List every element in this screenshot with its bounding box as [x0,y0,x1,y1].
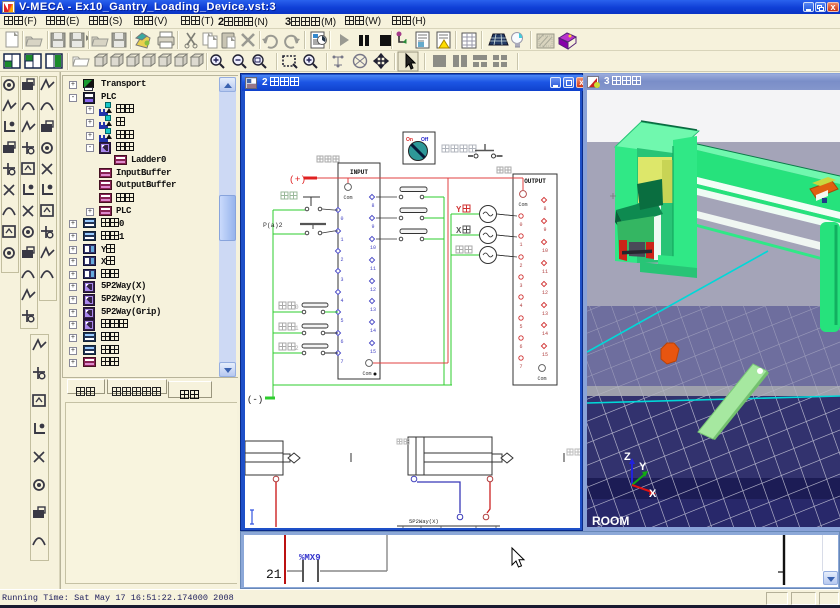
svg-text:Y: Y [456,205,462,214]
svg-text:1: 1 [295,325,299,332]
svg-text:4: 4 [340,298,343,304]
svg-text:INPUT: INPUT [350,169,368,176]
svg-text:15: 15 [370,349,376,355]
svg-text:Com: Com [537,376,546,382]
svg-text:1: 1 [340,237,343,243]
svg-text:11: 11 [370,266,376,272]
svg-text:(-): (-) [247,395,263,405]
svg-text:OUTPUT: OUTPUT [524,178,546,185]
svg-text:1: 1 [519,242,522,248]
svg-text:21: 21 [266,567,282,582]
svg-text:11: 11 [542,269,548,275]
svg-text:X: X [649,488,657,500]
svg-text:2: 2 [519,263,522,269]
svg-text:6: 6 [340,339,343,345]
svg-text:15: 15 [542,352,548,358]
svg-text:7: 7 [519,364,522,370]
svg-text:13: 13 [370,307,376,313]
svg-text:8: 8 [543,206,546,212]
svg-text:12: 12 [542,290,548,296]
svg-text:5: 5 [519,324,522,330]
svg-text:%MX9: %MX9 [299,553,321,563]
svg-text:5: 5 [340,318,343,324]
svg-text:(+): (+) [289,174,306,185]
svg-text:7: 7 [340,359,343,365]
svg-text:3: 3 [519,283,522,289]
svg-text:12: 12 [370,287,376,293]
svg-text:6: 6 [519,344,522,350]
svg-text:ROOM: ROOM [592,514,629,527]
svg-text:Com: Com [343,195,352,201]
svg-text:4: 4 [519,303,522,309]
svg-text:Y: Y [639,461,647,473]
svg-text:2: 2 [340,257,343,263]
svg-text:14: 14 [370,328,376,334]
svg-text:2: 2 [295,345,299,352]
svg-text:Com: Com [518,202,527,208]
svg-text:0: 0 [519,222,522,228]
svg-text:13: 13 [542,311,548,317]
svg-text:Z: Z [624,451,631,463]
svg-text:3: 3 [340,277,343,283]
svg-text:10: 10 [542,248,548,254]
svg-text:8: 8 [371,203,374,209]
svg-text:9: 9 [543,227,546,233]
svg-text:0: 0 [340,216,343,222]
svg-text:On: On [406,137,413,143]
svg-text:X: X [456,226,462,235]
svg-text:14: 14 [542,331,548,337]
svg-text:5P2Way(X): 5P2Way(X) [409,518,439,525]
svg-text:10: 10 [370,245,376,251]
svg-text:P(a)2: P(a)2 [263,222,283,229]
svg-text:9: 9 [371,224,374,230]
svg-text:0: 0 [295,304,299,311]
svg-text:Com: Com [362,371,371,377]
